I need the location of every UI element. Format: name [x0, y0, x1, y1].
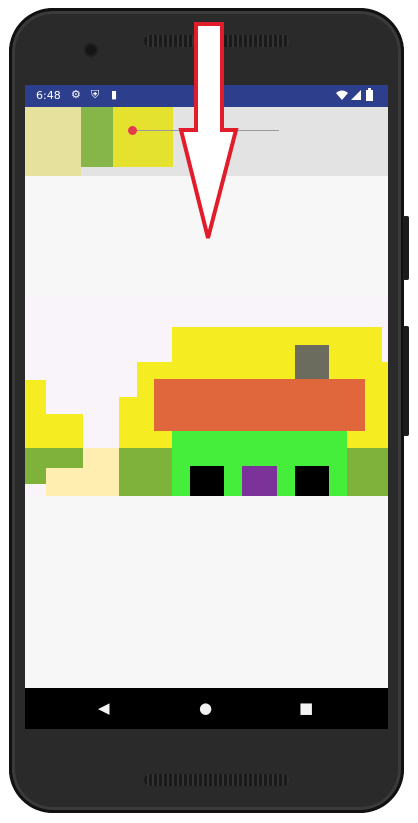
down-arrow-annotation [178, 22, 239, 239]
